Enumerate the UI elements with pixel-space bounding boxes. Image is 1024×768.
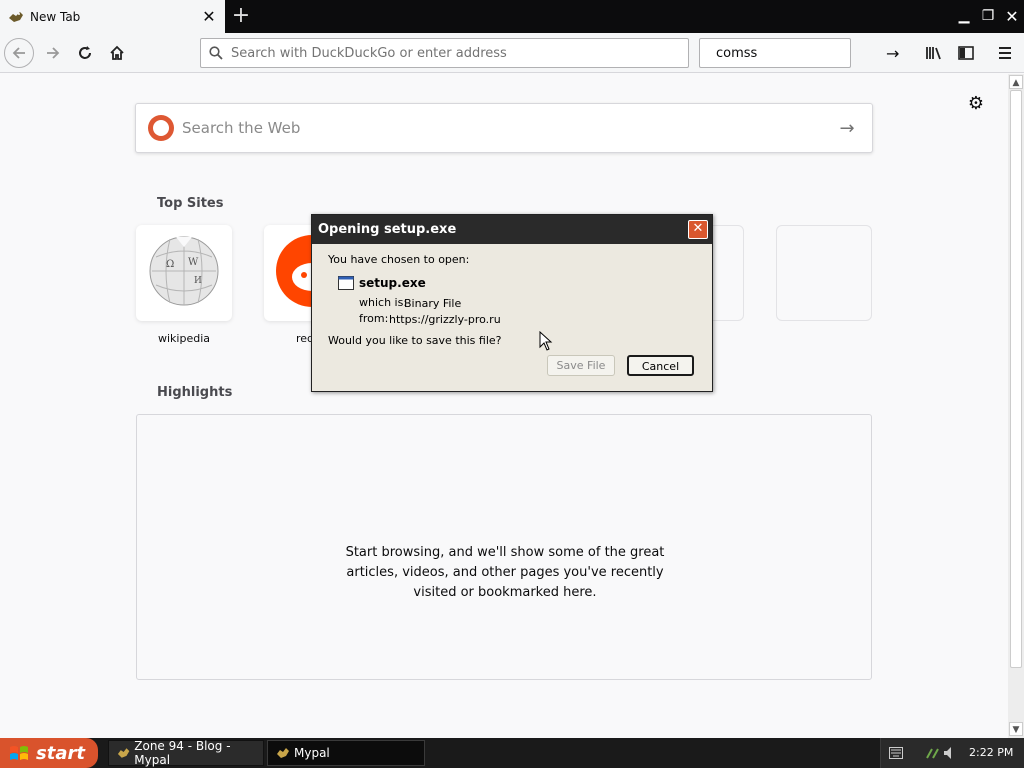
new-tab-button[interactable]: + xyxy=(226,0,256,33)
svg-text:И: И xyxy=(194,276,202,286)
url-input[interactable] xyxy=(231,45,688,61)
library-icon xyxy=(926,47,941,60)
library-button[interactable] xyxy=(919,38,949,68)
mypal-icon xyxy=(8,9,24,25)
back-arrow-icon xyxy=(12,47,25,59)
wikipedia-globe-icon: Ω W И xyxy=(149,236,219,306)
forward-arrow-icon xyxy=(47,47,60,59)
search-input[interactable] xyxy=(716,45,886,61)
tab-new-tab[interactable]: New Tab ✕ xyxy=(0,0,225,33)
dialog-question: Would you like to save this file? xyxy=(328,334,502,347)
mypal-icon xyxy=(277,748,289,758)
cancel-button[interactable]: Cancel xyxy=(627,355,694,376)
navigation-toolbar: → xyxy=(0,33,1024,73)
mypal-icon xyxy=(117,748,130,758)
taskbar-item-label: Mypal xyxy=(294,746,330,760)
top-site-label-wikipedia: wikipedia xyxy=(157,332,210,345)
top-site-tile-wikipedia[interactable]: Ω W И xyxy=(136,225,232,321)
dialog-title: Opening setup.exe xyxy=(318,222,457,237)
from-label: from: xyxy=(359,312,389,325)
dialog-body: You have chosen to open: setup.exe which… xyxy=(314,244,710,389)
scrollbar-thumb[interactable] xyxy=(1010,90,1022,668)
svg-text:W: W xyxy=(188,257,199,268)
top-site-tile-empty[interactable] xyxy=(776,225,872,321)
top-sites-heading: Top Sites xyxy=(157,196,224,211)
svg-text:Ω: Ω xyxy=(166,259,174,270)
reload-icon xyxy=(79,46,91,59)
search-icon xyxy=(209,46,223,60)
menu-button[interactable] xyxy=(990,38,1020,68)
search-go-arrow-icon[interactable]: → xyxy=(886,44,899,63)
page-scrollbar[interactable]: ▲ ▼ xyxy=(1008,74,1024,738)
close-window-icon[interactable]: ✕ xyxy=(1000,0,1024,33)
dialog-titlebar[interactable]: Opening setup.exe ✕ xyxy=(312,215,712,244)
application-file-icon xyxy=(338,276,354,290)
highlights-box: Start browsing, and we'll show some of t… xyxy=(136,414,872,680)
dialog-filename: setup.exe xyxy=(359,276,426,290)
volume-icon[interactable] xyxy=(943,745,957,761)
web-search-box[interactable]: → xyxy=(135,103,873,153)
scroll-down-arrow-icon[interactable]: ▼ xyxy=(1009,722,1023,736)
keyboard-icon[interactable] xyxy=(889,747,903,759)
forward-button[interactable] xyxy=(38,38,68,68)
tab-strip: New Tab ✕ + ▁ ❐ ✕ xyxy=(0,0,1024,33)
which-is-value: Binary File xyxy=(404,297,462,310)
taskbar-item-label: Zone 94 - Blog - Mypal xyxy=(134,739,231,767)
system-tray: 2:22 PM xyxy=(880,738,1024,768)
search-bar[interactable]: → xyxy=(699,38,899,68)
back-button[interactable] xyxy=(4,38,34,68)
home-button[interactable] xyxy=(102,38,132,68)
home-icon xyxy=(110,45,124,60)
save-file-button[interactable]: Save File xyxy=(547,355,615,376)
mouse-cursor-icon xyxy=(539,331,553,351)
start-label: start xyxy=(36,742,85,764)
web-search-go-arrow-icon[interactable]: → xyxy=(822,118,872,139)
download-dialog: Opening setup.exe ✕ You have chosen to o… xyxy=(311,214,713,392)
hamburger-menu-icon xyxy=(999,47,1011,59)
gear-icon[interactable]: ⚙ xyxy=(966,94,986,114)
taskbar-item[interactable]: Mypal xyxy=(267,740,425,766)
windows-flag-icon xyxy=(10,746,28,760)
minimize-icon[interactable]: ▁ xyxy=(952,0,976,33)
tab-title: New Tab xyxy=(30,9,81,24)
clock: 2:22 PM xyxy=(969,746,1014,759)
from-value: https://grizzly-pro.ru xyxy=(389,313,501,326)
sidebar-icon xyxy=(958,46,974,60)
reload-button[interactable] xyxy=(70,38,100,68)
close-tab-icon[interactable]: ✕ xyxy=(201,8,217,25)
highlights-heading: Highlights xyxy=(157,385,233,400)
highlights-empty-message: Start browsing, and we'll show some of t… xyxy=(345,545,665,600)
which-is-label: which is: xyxy=(359,296,408,309)
network-icon[interactable] xyxy=(925,745,941,761)
duckduckgo-logo-icon xyxy=(148,115,174,141)
dialog-close-icon[interactable]: ✕ xyxy=(688,220,708,239)
taskbar-item[interactable]: Zone 94 - Blog - Mypal xyxy=(108,739,264,767)
url-bar[interactable] xyxy=(200,38,689,68)
taskbar: start Zone 94 - Blog - Mypal Mypal 2:22 … xyxy=(0,738,1024,768)
dialog-intro: You have chosen to open: xyxy=(328,253,470,266)
new-tab-page: ⚙ → Top Sites Ω W И wikipedia red Highli… xyxy=(0,74,1008,738)
sidebar-button[interactable] xyxy=(951,38,981,68)
restore-icon[interactable]: ❐ xyxy=(976,0,1000,33)
scroll-up-arrow-icon[interactable]: ▲ xyxy=(1009,75,1023,89)
start-button[interactable]: start xyxy=(0,738,98,768)
web-search-input[interactable] xyxy=(182,119,822,137)
